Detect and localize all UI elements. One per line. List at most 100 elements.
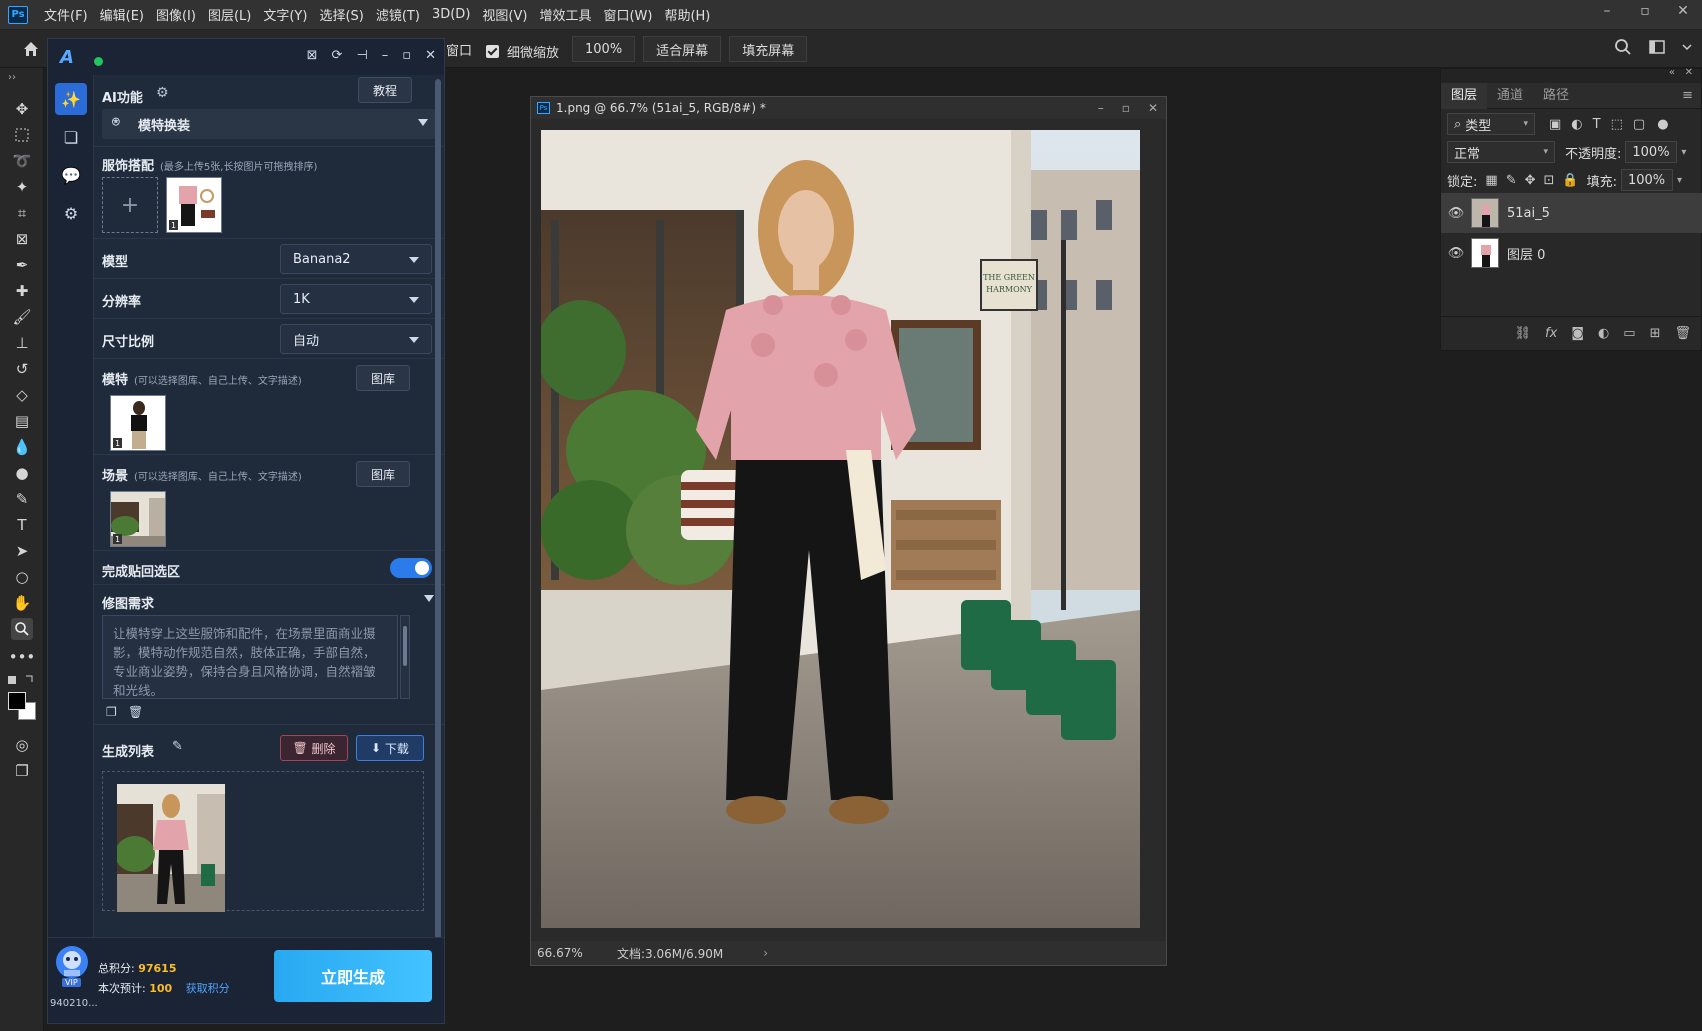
menu-plugins[interactable]: 增效工具 [533, 5, 597, 24]
ellipse-tool-icon[interactable]: ○ [11, 566, 33, 588]
new-group-icon[interactable]: ▭ [1623, 326, 1635, 341]
maximize-button[interactable]: ▫ [1626, 0, 1664, 26]
eraser-tool-icon[interactable]: ◇ [11, 384, 33, 406]
new-layer-icon[interactable]: ⊞ [1650, 326, 1661, 341]
menu-window[interactable]: 窗口(W) [597, 5, 658, 24]
delete-button[interactable]: 🗑 删除 [280, 735, 348, 761]
brush-tool-icon[interactable]: 🖌 [11, 306, 33, 328]
menu-edit[interactable]: 编辑(E) [94, 5, 150, 24]
pin-icon[interactable]: ⊣ [356, 48, 367, 63]
paste-back-toggle[interactable] [390, 558, 432, 578]
blend-mode-select[interactable]: 正常 ▾ [1447, 141, 1555, 163]
fit-screen-button[interactable]: 适合屏幕 [643, 36, 722, 62]
generate-button[interactable]: 立即生成 [274, 950, 432, 1002]
zoom-100-button[interactable]: 100% [572, 36, 636, 62]
delete-layer-icon[interactable]: 🗑 [1674, 326, 1691, 341]
healing-brush-tool-icon[interactable]: ✚ [11, 280, 33, 302]
get-points-link[interactable]: 获取积分 [186, 982, 230, 995]
fx-icon[interactable]: fx [1545, 326, 1557, 341]
doc-close-button[interactable]: ✕ [1148, 97, 1158, 119]
screen-mode-icon[interactable]: ❐ [11, 760, 33, 782]
eyedropper-tool-icon[interactable]: ✒ [11, 254, 33, 276]
panel-scrollbar[interactable] [435, 79, 441, 979]
opacity-input[interactable]: 100% [1625, 141, 1678, 163]
clothing-thumbnail[interactable]: 1 [166, 177, 222, 233]
model-thumbnail[interactable]: 1 [110, 395, 166, 451]
more-tools-icon[interactable]: ••• [9, 646, 36, 668]
type-filter-icon[interactable]: T [1593, 117, 1601, 132]
fill-input[interactable]: 100% [1620, 169, 1673, 191]
screenshot-icon[interactable]: ⊠ [307, 48, 318, 63]
search-icon[interactable] [1614, 38, 1632, 56]
textarea-scrollbar[interactable] [400, 615, 410, 699]
plugin-minimize-icon[interactable]: – [382, 48, 389, 63]
menu-image[interactable]: 图像(I) [150, 5, 202, 24]
opacity-chevron-icon[interactable]: ▾ [1681, 147, 1686, 158]
menu-3d[interactable]: 3D(D) [426, 7, 476, 22]
avatar[interactable] [56, 946, 88, 978]
status-arrow-icon[interactable]: › [763, 946, 768, 960]
link-layers-icon[interactable]: ⛓ [1515, 326, 1532, 341]
lock-all-icon[interactable]: 🔒 [1562, 173, 1578, 188]
layer-row[interactable]: 👁 图层 0 [1441, 233, 1702, 273]
lock-artboard-icon[interactable]: ⊡ [1544, 173, 1555, 188]
fill-screen-button[interactable]: 填充屏幕 [729, 36, 808, 62]
menu-select[interactable]: 选择(S) [313, 5, 369, 24]
adjustment-filter-icon[interactable]: ◐ [1571, 117, 1582, 132]
quick-mask-icon[interactable]: ◎ [11, 734, 33, 756]
visibility-eye-icon[interactable]: 👁 [1441, 246, 1471, 261]
crop-tool-icon[interactable]: ⌗ [11, 202, 33, 224]
refresh-icon[interactable]: ⟳ [332, 48, 343, 63]
menu-view[interactable]: 视图(V) [476, 5, 533, 24]
filter-toggle-icon[interactable]: ● [1657, 117, 1668, 132]
tab-layers[interactable]: 图层 [1441, 82, 1488, 109]
document-image[interactable]: THE GREEN HARMONY [541, 130, 1140, 928]
frame-tool-icon[interactable]: ⊠ [11, 228, 33, 250]
layer-row[interactable]: 👁 51ai_5 [1441, 193, 1702, 233]
panel-menu-icon[interactable]: ≡ [1682, 88, 1693, 103]
retouch-textarea[interactable]: 让模特穿上这些服饰和配件，在场景里面商业摄影，模特动作规范自然，肢体正确，手部自… [102, 615, 398, 699]
add-mask-icon[interactable]: ◙ [1571, 326, 1584, 341]
menu-help[interactable]: 帮助(H) [658, 5, 716, 24]
magic-wand-tool-icon[interactable]: ✦ [11, 176, 33, 198]
menu-file[interactable]: 文件(F) [38, 5, 94, 24]
lock-image-icon[interactable]: ✎ [1506, 173, 1517, 188]
stamp-tool-icon[interactable]: ⊥ [11, 332, 33, 354]
user-settings-icon[interactable]: ⚙ [55, 197, 87, 229]
hand-tool-icon[interactable]: ✋ [11, 592, 33, 614]
download-button[interactable]: ⬇ 下载 [356, 735, 424, 761]
minimize-button[interactable]: – [1588, 0, 1626, 26]
history-brush-tool-icon[interactable]: ↺ [11, 358, 33, 380]
copy-icon[interactable]: ❐ [106, 705, 117, 719]
edit-list-icon[interactable]: ✎ [172, 739, 183, 754]
settings-gear-icon[interactable]: ⚙ [156, 85, 169, 101]
document-title-bar[interactable]: Ps 1.png @ 66.7% (51ai_5, RGB/8#) * – ▫ … [531, 97, 1166, 119]
marquee-tool-icon[interactable] [11, 124, 33, 146]
shape-filter-icon[interactable]: ⬚ [1611, 117, 1623, 132]
fill-chevron-icon[interactable]: ▾ [1677, 175, 1682, 186]
menu-type[interactable]: 文字(Y) [257, 5, 313, 24]
scrubby-zoom-checkbox[interactable] [486, 45, 499, 58]
collapse-chevron-icon[interactable] [424, 595, 434, 602]
move-tool-icon[interactable]: ✥ [11, 98, 33, 120]
layers-stack-icon[interactable]: ❏ [55, 121, 87, 153]
path-select-tool-icon[interactable]: ➤ [11, 540, 33, 562]
lasso-tool-icon[interactable]: ➰ [11, 150, 33, 172]
generated-thumbnail[interactable] [117, 784, 225, 912]
type-tool-icon[interactable]: T [11, 514, 33, 536]
lock-transparent-icon[interactable]: ▦ [1485, 173, 1497, 188]
scene-thumbnail[interactable]: 1 [110, 491, 166, 547]
scene-gallery-button[interactable]: 图库 [356, 461, 411, 487]
add-clothing-button[interactable]: + [102, 177, 158, 233]
layer-filter-select[interactable]: ⌕ 类型 ▾ [1447, 113, 1535, 135]
plugin-header[interactable]: A ⊠ ⟳ ⊣ – ▫ ✕ [48, 39, 444, 75]
doc-minimize-button[interactable]: – [1098, 97, 1104, 119]
model-select[interactable]: Banana2 [280, 244, 432, 274]
pen-tool-icon[interactable]: ✎ [11, 488, 33, 510]
zoom-tool-icon[interactable] [11, 618, 33, 640]
doc-maximize-button[interactable]: ▫ [1122, 97, 1130, 119]
gradient-tool-icon[interactable]: ▤ [11, 410, 33, 432]
document-canvas[interactable]: THE GREEN HARMONY [531, 119, 1166, 943]
smart-object-filter-icon[interactable]: ▢ [1633, 117, 1645, 132]
tab-paths[interactable]: 路径 [1533, 83, 1579, 109]
